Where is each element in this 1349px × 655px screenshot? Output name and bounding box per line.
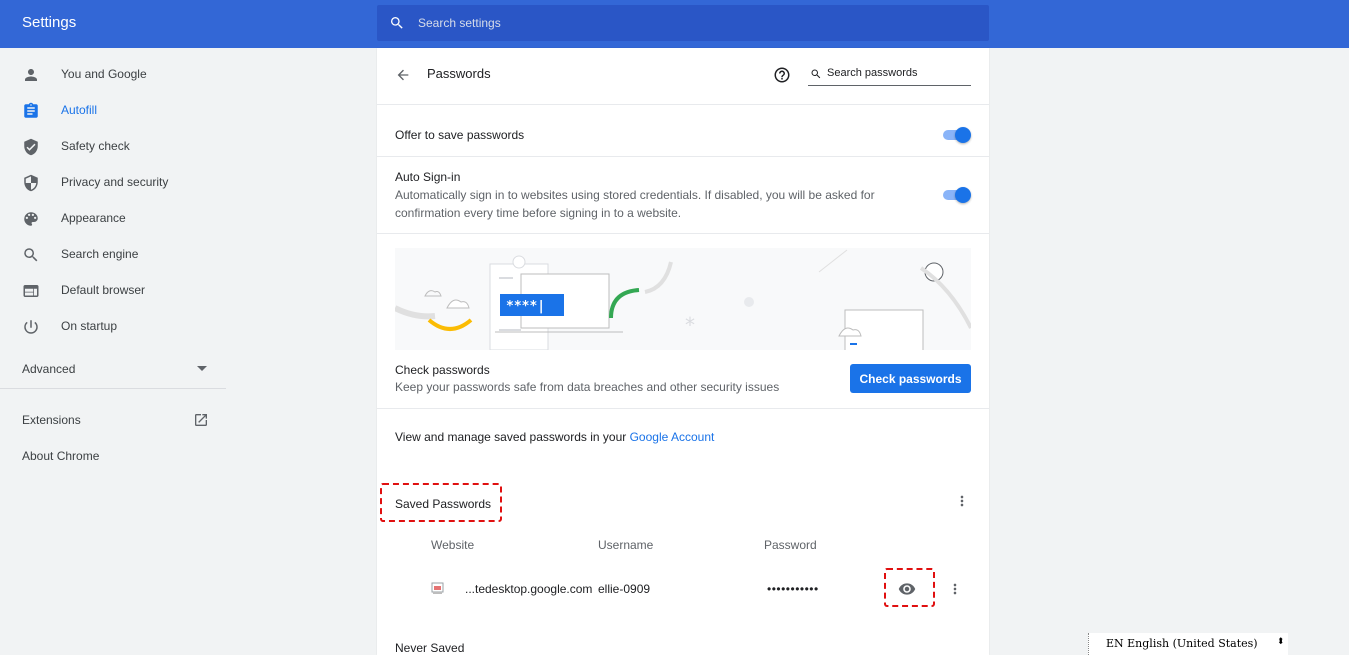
shield-half-icon xyxy=(24,174,38,192)
sidebar-item-privacy-and-security[interactable]: Privacy and security xyxy=(0,165,226,199)
sidebar-item-autofill[interactable]: Autofill xyxy=(0,93,226,127)
power-icon xyxy=(24,320,38,334)
site-favicon-icon xyxy=(431,582,444,594)
shield-check-icon xyxy=(24,138,38,156)
saved-passwords-title: Saved Passwords xyxy=(395,497,492,511)
google-account-link[interactable]: Google Account xyxy=(630,430,715,444)
divider xyxy=(377,233,989,234)
sidebar-divider xyxy=(0,388,226,389)
auto-signin-label: Auto Sign-in xyxy=(395,170,461,184)
check-passwords-title: Check passwords xyxy=(395,363,490,377)
password-search-box[interactable] xyxy=(808,62,971,86)
divider xyxy=(377,104,989,105)
saved-password-value: ••••••••••• xyxy=(767,582,819,596)
saved-password-website: ...tedesktop.google.com xyxy=(465,582,593,596)
sidebar-item-appearance[interactable]: Appearance xyxy=(0,201,226,235)
top-header: Settings xyxy=(0,0,1349,48)
more-vert-icon[interactable] xyxy=(947,581,963,597)
saved-password-username: ellie-0909 xyxy=(598,582,651,596)
eye-icon[interactable] xyxy=(898,580,916,598)
illustration-asterisks: ****| xyxy=(506,299,545,314)
sidebar-item-label: Appearance xyxy=(61,211,126,225)
column-header-password: Password xyxy=(764,538,817,552)
passwords-card: Passwords Offer to save passwords Auto S… xyxy=(377,48,989,655)
sidebar-item-label: Default browser xyxy=(61,283,146,297)
caret-down-icon[interactable] xyxy=(197,366,207,372)
sidebar-item-safety-check[interactable]: Safety check xyxy=(0,129,226,163)
toggle-knob xyxy=(955,127,971,143)
password-search-input[interactable] xyxy=(827,64,967,82)
language-bar-arrows-icon[interactable]: ⬍ xyxy=(1277,637,1285,647)
settings-search-box[interactable] xyxy=(377,5,989,41)
toggle-knob xyxy=(955,187,971,203)
sidebar-item-label: You and Google xyxy=(61,67,147,81)
person-icon xyxy=(25,69,37,81)
sidebar-item-label: Privacy and security xyxy=(61,175,169,189)
page-title: Passwords xyxy=(427,66,491,81)
never-saved-title: Never Saved xyxy=(395,641,465,655)
check-passwords-description: Keep your passwords safe from data breac… xyxy=(395,380,780,394)
search-icon xyxy=(391,17,403,29)
offer-to-save-label: Offer to save passwords xyxy=(395,128,525,142)
open-in-new-icon[interactable] xyxy=(193,412,209,428)
sidebar-item-search-engine[interactable]: Search engine xyxy=(0,237,226,271)
svg-text:*: * xyxy=(685,313,695,337)
app-title: Settings xyxy=(22,14,77,31)
search-icon xyxy=(811,69,821,79)
illustration-art: ****| * xyxy=(395,249,971,350)
clipboard-icon xyxy=(24,102,38,118)
sidebar-item-you-and-google[interactable]: You and Google xyxy=(0,57,226,91)
settings-search-input[interactable] xyxy=(418,5,968,41)
sidebar-item-label: On startup xyxy=(61,319,118,333)
back-arrow-icon[interactable] xyxy=(395,67,411,83)
language-bar[interactable]: EN English (United States) ⬍ xyxy=(1088,633,1288,655)
sidebar-item-label: Autofill xyxy=(61,103,98,117)
sidebar-item-label: Search engine xyxy=(61,247,139,261)
sidebar-advanced[interactable]: Advanced xyxy=(22,362,75,376)
auto-signin-description-line2: confirmation every time before signing i… xyxy=(395,206,682,220)
search-icon xyxy=(24,248,38,262)
manage-passwords-prefix: View and manage saved passwords in your xyxy=(395,430,630,444)
auto-signin-description-line1: Automatically sign in to websites using … xyxy=(395,188,875,202)
browser-window-icon xyxy=(23,285,39,297)
column-header-username: Username xyxy=(598,538,654,552)
offer-to-save-toggle[interactable] xyxy=(941,127,971,143)
column-header-website: Website xyxy=(431,538,475,552)
check-passwords-button[interactable]: Check passwords xyxy=(850,364,971,393)
auto-signin-toggle[interactable] xyxy=(941,187,971,203)
sidebar: You and Google Autofill Safety check Pri… xyxy=(0,48,226,655)
more-vert-icon[interactable] xyxy=(954,493,970,509)
check-passwords-illustration: ****| * xyxy=(395,248,971,350)
sidebar-item-default-browser[interactable]: Default browser xyxy=(0,273,226,307)
palette-icon xyxy=(24,212,38,226)
language-bar-text: EN English (United States) xyxy=(1106,637,1258,650)
sidebar-extensions[interactable]: Extensions xyxy=(22,413,81,427)
manage-passwords-text: View and manage saved passwords in your … xyxy=(395,430,714,444)
sidebar-item-on-startup[interactable]: On startup xyxy=(0,309,226,343)
divider xyxy=(377,156,989,157)
divider xyxy=(377,408,989,409)
sidebar-item-label: Safety check xyxy=(61,139,130,153)
help-icon[interactable] xyxy=(773,66,791,84)
sidebar-about-chrome[interactable]: About Chrome xyxy=(22,449,99,463)
